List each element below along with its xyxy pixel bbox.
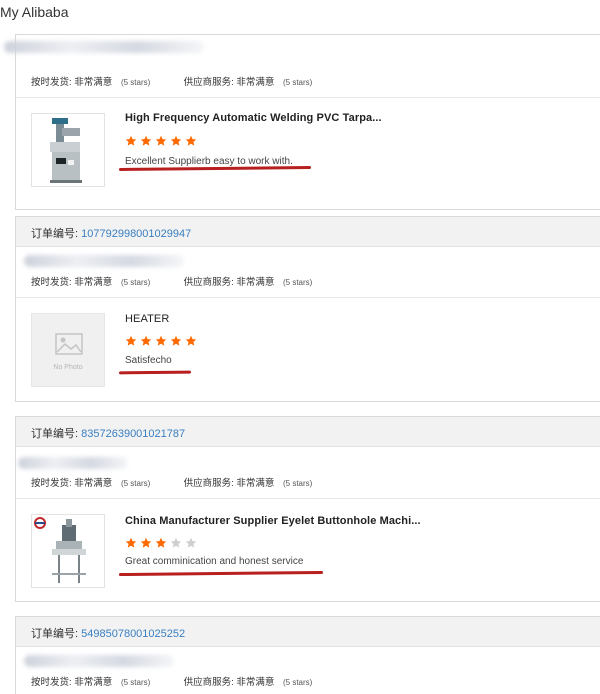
star-icon xyxy=(155,335,167,346)
star-icon xyxy=(140,537,152,548)
order-number-link[interactable]: 83572639001021787 xyxy=(81,428,185,440)
redacted-text xyxy=(18,457,128,469)
page-title: My Alibaba xyxy=(0,4,69,20)
star-icon xyxy=(140,135,152,146)
star-icon xyxy=(155,537,167,548)
star-rating xyxy=(125,537,197,549)
redacted-text xyxy=(4,41,204,53)
rating-row: 按时发货: 非常满意 (5 stars) 供应商服务: 非常满意 (5 star… xyxy=(31,277,313,288)
feedback-text: Satisfecho xyxy=(125,355,172,366)
rating-row: 按时发货: 非常满意 (5 stars) 供应商服务: 非常满意 (5 star… xyxy=(31,478,313,489)
feedback-text: Great comminication and honest service xyxy=(125,556,304,567)
order-number-link[interactable]: 54985078001025252 xyxy=(81,628,185,640)
no-photo-icon xyxy=(55,333,83,355)
order-header: 订单编号: 54985078001025252 xyxy=(16,617,600,647)
star-icon xyxy=(185,335,197,346)
star-rating xyxy=(125,335,197,347)
order-card: 订单编号: 83572639001021787 按时发货: 非常满意 (5 st… xyxy=(15,416,600,602)
order-card: 按时发货: 非常满意 (5 stars) 供应商服务: 非常满意 (5 star… xyxy=(4,34,600,210)
order-card: 订单编号: 54985078001025252 按时发货: 非常满意 (5 st… xyxy=(15,616,600,694)
redacted-text xyxy=(24,655,174,667)
product-image[interactable]: No Photo xyxy=(31,313,105,387)
rating-row: 按时发货: 非常满意 (5 stars) 供应商服务: 非常满意 (5 star… xyxy=(31,77,313,88)
star-icon xyxy=(170,335,182,346)
star-icon xyxy=(185,537,197,548)
rating-row: 按时发货: 非常满意 (5 stars) 供应商服务: 非常满意 (5 star… xyxy=(31,677,313,688)
annotation-underline xyxy=(118,370,192,375)
redacted-text xyxy=(24,255,184,267)
star-icon xyxy=(125,335,137,346)
star-rating xyxy=(125,135,197,147)
star-icon xyxy=(170,537,182,548)
order-card: 订单编号: 107792998001029947 按时发货: 非常满意 (5 s… xyxy=(15,216,600,402)
star-icon xyxy=(185,135,197,146)
annotation-underline xyxy=(118,570,324,577)
feedback-text: Excellent Supplierb easy to work with. xyxy=(125,156,293,167)
product-title[interactable]: High Frequency Automatic Welding PVC Tar… xyxy=(125,112,382,124)
star-icon xyxy=(155,135,167,146)
order-header: 订单编号: 107792998001029947 xyxy=(16,217,600,247)
product-title[interactable]: HEATER xyxy=(125,313,169,325)
welding-machine-photo xyxy=(50,118,82,183)
product-image[interactable] xyxy=(31,113,105,187)
product-image[interactable] xyxy=(31,514,105,588)
no-photo-label: No Photo xyxy=(53,364,83,371)
star-icon xyxy=(125,135,137,146)
order-header: 订单编号: 83572639001021787 xyxy=(16,417,600,447)
order-number-link[interactable]: 107792998001029947 xyxy=(81,228,191,240)
buttonhole-machine-photo xyxy=(34,517,86,583)
star-icon xyxy=(170,135,182,146)
product-title[interactable]: China Manufacturer Supplier Eyelet Butto… xyxy=(125,515,421,527)
star-icon xyxy=(140,335,152,346)
annotation-underline xyxy=(118,165,312,172)
star-icon xyxy=(125,537,137,548)
